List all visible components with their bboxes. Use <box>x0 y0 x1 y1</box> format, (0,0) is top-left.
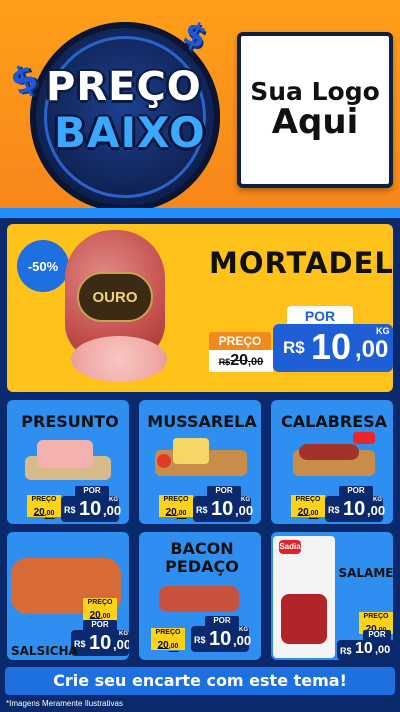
featured-product-card[interactable]: -50% OURO MORTADELA POR PREÇO R$20,00 R$… <box>5 222 395 394</box>
preco-label: PREÇO <box>83 598 117 608</box>
por-label: POR <box>75 486 109 496</box>
footnote: *Imagens Meramente Ilustrativas <box>6 699 123 708</box>
logo-text-line2: Aqui <box>271 102 359 143</box>
product-card-salsicha[interactable]: PREÇO 20,00 POR R$ 10,00 KG SALSICHA <box>5 530 131 662</box>
old-price: 20,00 <box>83 608 117 621</box>
mortadela-slices-image <box>71 336 167 382</box>
product-name: PRESUNTO <box>21 412 119 431</box>
product-card-salame[interactable]: Sadia SALAME PREÇO 20,00 POR R$10,00 <box>269 530 395 662</box>
product-card-presunto[interactable]: PRESUNTO PREÇO 20,00 POR R$ 10,00 KG <box>5 398 131 526</box>
bacon-image <box>159 586 239 612</box>
por-label: POR <box>83 620 117 630</box>
product-name-line1: BACON <box>170 539 234 558</box>
header-banner: $ $ PREÇO BAIXO Sua Logo Aqui <box>0 0 400 214</box>
por-label: POR <box>287 306 353 326</box>
current-price: R$ 10,00 KG <box>61 496 121 522</box>
por-label: POR <box>207 486 241 496</box>
seara-brand-image <box>353 432 375 444</box>
cta-button[interactable]: Crie seu encarte com este tema! <box>5 667 395 695</box>
product-card-calabresa[interactable]: CALABRESA PREÇO 20,00 POR R$ 10,00 KG <box>269 398 395 526</box>
product-name: SALAME <box>338 566 394 580</box>
product-name: SALSICHA <box>11 644 78 658</box>
preco-label: PREÇO <box>291 495 325 505</box>
logo-placeholder[interactable]: Sua Logo Aqui <box>237 32 393 188</box>
product-name: CALABRESA <box>280 412 388 431</box>
title-preco: PREÇO <box>46 64 202 110</box>
current-price: R$ 10,00 KG <box>325 496 385 522</box>
presunto-image <box>37 440 93 468</box>
mussarela-image <box>173 438 209 464</box>
por-label: POR <box>339 486 373 496</box>
preco-label: PREÇO <box>209 332 271 350</box>
mortadela-brand-label: OURO <box>77 272 153 322</box>
tomato-image <box>157 454 171 468</box>
discount-badge: -50% <box>17 240 69 292</box>
dollar-icon: $ <box>178 13 213 57</box>
current-price: R$ 10,00 <box>337 640 393 660</box>
salame-slices-image <box>281 594 327 644</box>
por-label: POR <box>363 630 391 640</box>
preco-label: PREÇO <box>27 495 61 505</box>
product-card-bacon[interactable]: BACON PEDAÇO PREÇO 20,00 POR R$ 10,00 KG <box>137 530 263 662</box>
por-label: POR <box>205 616 239 626</box>
product-card-mussarela[interactable]: MUSSARELA PREÇO 20,00 POR R$ 10,00 KG <box>137 398 263 526</box>
calabresa-image <box>299 444 359 460</box>
preco-label: PREÇO <box>159 495 193 505</box>
old-price: R$ 20,00 <box>209 350 273 372</box>
old-price: 20,00 <box>27 505 61 518</box>
header-divider <box>0 208 400 218</box>
current-price: R$ 10,00 KG <box>191 626 251 652</box>
preco-label: PREÇO <box>151 628 185 638</box>
current-price: R$ 10,00 KG <box>71 630 129 656</box>
old-price: 20,00 <box>291 505 325 518</box>
current-price: R$ 10,00 KG <box>193 496 253 522</box>
sadia-brand-label: Sadia <box>279 540 301 554</box>
preco-label: PREÇO <box>359 612 393 622</box>
title-baixo: BAIXO <box>54 108 206 157</box>
current-price: R$ 10 ,00 KG <box>273 324 393 372</box>
product-name: MUSSARELA <box>147 412 257 431</box>
old-price: 20,00 <box>151 638 185 651</box>
old-price: 20,00 <box>159 505 193 518</box>
product-name-line2: PEDAÇO <box>165 557 239 576</box>
product-name: MORTADELA <box>209 246 394 280</box>
